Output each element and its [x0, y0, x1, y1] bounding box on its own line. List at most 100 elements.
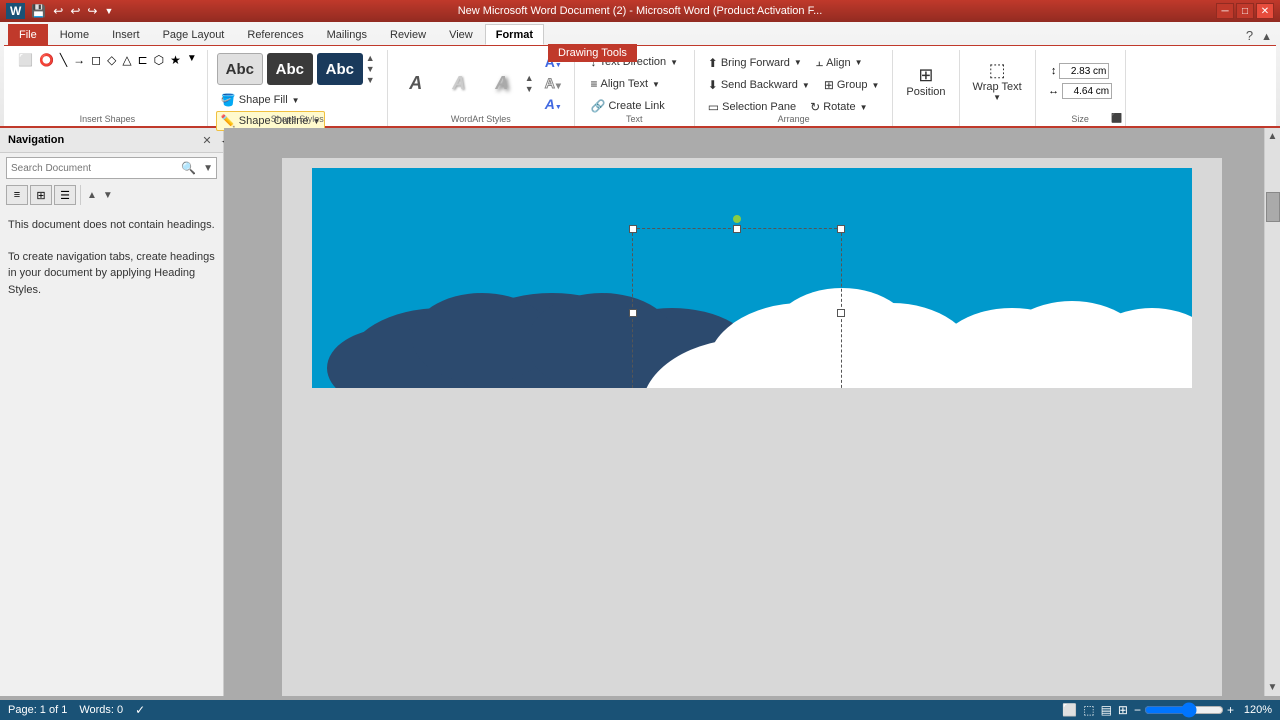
ribbon-content: ⬜ ⭕ ╲ → ◻ ◇ △ ⊏ ⬡ ★ ▼ Insert Shapes [4, 46, 1276, 126]
close-button[interactable]: ✕ [1256, 3, 1274, 19]
document-area[interactable]: ▲ ▼ [224, 128, 1280, 696]
vertical-scrollbar[interactable]: ▲ ▼ [1264, 128, 1280, 696]
width-input[interactable] [1062, 83, 1112, 99]
shape-more1-icon[interactable]: ◻ [89, 52, 103, 68]
arrange-group-label: Arrange [695, 114, 893, 124]
expand-ribbon-icon[interactable]: ▲ [1257, 29, 1276, 45]
zoom-level: 120% [1237, 704, 1272, 716]
nav-header: Navigation ✕ [0, 128, 223, 153]
shape-ellipse-icon[interactable]: ⭕ [37, 52, 56, 68]
zoom-decrease-button[interactable]: − [1134, 703, 1141, 717]
nav-content-line3: To create navigation tabs, create headin… [8, 249, 215, 299]
maximize-button[interactable]: □ [1236, 3, 1254, 19]
titlebar: W 💾 ↩ ↩ ↪ ▼ New Microsoft Word Document … [0, 0, 1280, 22]
rotate-icon: ↻ [810, 100, 820, 114]
position-group: ⊞ Position [893, 50, 959, 126]
layout-icon-3[interactable]: ▤ [1101, 703, 1112, 717]
group-button[interactable]: ⊞ Group ▼ [819, 75, 885, 95]
shape-more6-icon[interactable]: ★ [168, 52, 183, 68]
nav-separator [80, 185, 81, 205]
nav-view-pages[interactable]: ⊞ [30, 185, 52, 205]
scroll-up-button[interactable]: ▲ [1265, 128, 1280, 145]
drawing-tools-indicator: Drawing Tools [548, 44, 637, 62]
create-link-button[interactable]: 🔗 Create Link [586, 96, 670, 116]
nav-close-button[interactable]: ✕ [199, 132, 215, 148]
minimize-button[interactable]: ─ [1216, 3, 1234, 19]
wordart-btn-3[interactable]: A [482, 68, 522, 98]
tab-file[interactable]: File [8, 24, 48, 45]
shape-expand-icon[interactable]: ▼ [185, 52, 199, 68]
titlebar-controls: ─ □ ✕ [1216, 3, 1274, 19]
shape-arrow-icon[interactable]: → [71, 52, 87, 68]
size-group-label: Size [1036, 114, 1125, 124]
shape-more5-icon[interactable]: ⬡ [152, 52, 166, 68]
send-backward-button[interactable]: ⬇ Send Backward ▼ [703, 75, 815, 95]
arrange-group: ⬆ Bring Forward ▼ ⫠ Align ▼ ⬇ Send Backw… [695, 50, 894, 126]
nav-content-line1: This document does not contain headings. [8, 217, 215, 234]
tab-review[interactable]: Review [379, 24, 437, 45]
shape-more4-icon[interactable]: ⊏ [136, 52, 150, 68]
shape-styles-group: Abc Abc Abc ▲ ▼ ▼ 🪣 Shape Fill ▼ [208, 50, 388, 126]
height-row: ↕ [1051, 63, 1110, 79]
height-icon: ↕ [1051, 65, 1057, 77]
align-button[interactable]: ⫠ Align ▼ [811, 52, 868, 73]
tab-mailings[interactable]: Mailings [316, 24, 378, 45]
tab-home[interactable]: Home [49, 24, 100, 45]
layout-icon-1[interactable]: ⬜ [1062, 703, 1077, 717]
main-area: Navigation ✕ 🔍 ▼ ≡ ⊞ ☰ ▲ ▼ This document… [0, 128, 1280, 696]
shape-style-2[interactable]: Abc [267, 53, 313, 85]
nav-prev-arrow[interactable]: ▲ [85, 188, 99, 203]
ribbon-tabs: File Home Insert Page Layout References … [4, 24, 1276, 46]
zoom-slider[interactable] [1144, 702, 1224, 718]
document-page [282, 158, 1222, 696]
wrap-text-button[interactable]: ⬚ Wrap Text ▼ [968, 57, 1027, 105]
align-text-button[interactable]: ≡ Align Text ▼ [586, 74, 665, 94]
position-button[interactable]: ⊞ Position [901, 62, 950, 101]
tab-references[interactable]: References [236, 24, 314, 45]
undo2-icon[interactable]: ↩ [68, 3, 82, 19]
wordart-scroll[interactable]: ▲ ▼ [525, 73, 534, 94]
statusbar-right: ⬜ ⬚ ▤ ⊞ − + 120% [1062, 702, 1272, 718]
more-icon[interactable]: ▼ [102, 5, 115, 17]
shape-more3-icon[interactable]: △ [120, 52, 133, 68]
zoom-increase-button[interactable]: + [1227, 703, 1234, 717]
titlebar-left: W 💾 ↩ ↩ ↪ ▼ [6, 3, 115, 19]
group-icon: ⊞ [824, 78, 834, 92]
wrap-text-icon: ⬚ [989, 60, 1006, 81]
undo-icon[interactable]: ↩ [51, 3, 65, 19]
scroll-down-button[interactable]: ▼ [1265, 679, 1280, 696]
layout-icon-2[interactable]: ⬚ [1083, 703, 1094, 717]
text-effects-button[interactable]: A▼ [541, 94, 566, 114]
text-outline-button[interactable]: A▼ [541, 73, 566, 93]
nav-next-arrow[interactable]: ▼ [101, 188, 115, 203]
nav-view-results[interactable]: ☰ [54, 185, 76, 205]
shape-style-1[interactable]: Abc [217, 53, 263, 85]
search-dropdown[interactable]: ▼ [200, 163, 216, 174]
wordart-btn-1[interactable]: A [396, 68, 436, 98]
search-input[interactable] [7, 163, 177, 174]
scroll-thumb[interactable] [1266, 192, 1280, 222]
height-input[interactable] [1059, 63, 1109, 79]
create-link-icon: 🔗 [591, 99, 606, 113]
shape-line-icon[interactable]: ╲ [58, 52, 69, 68]
shape-style-3[interactable]: Abc [317, 53, 363, 85]
shape-rect-icon[interactable]: ⬜ [16, 52, 35, 68]
tab-format[interactable]: Format [485, 24, 544, 45]
redo-icon[interactable]: ↪ [85, 3, 99, 19]
save-icon[interactable]: 💾 [29, 3, 48, 19]
shape-fill-button[interactable]: 🪣 Shape Fill ▼ [216, 90, 326, 110]
spell-check-icon[interactable]: ✓ [135, 703, 145, 717]
nav-title: Navigation [8, 134, 64, 146]
shape-more2-icon[interactable]: ◇ [105, 52, 118, 68]
tab-page-layout[interactable]: Page Layout [152, 24, 236, 45]
nav-controls: ✕ [199, 132, 215, 148]
tab-view[interactable]: View [438, 24, 484, 45]
search-button[interactable]: 🔍 [177, 161, 200, 175]
nav-view-headings[interactable]: ≡ [6, 185, 28, 205]
wordart-btn-2[interactable]: A [439, 68, 479, 98]
help-icon[interactable]: ? [1242, 26, 1257, 45]
bring-forward-button[interactable]: ⬆ Bring Forward ▼ [703, 52, 807, 73]
tab-insert[interactable]: Insert [101, 24, 151, 45]
layout-icon-4[interactable]: ⊞ [1118, 703, 1128, 717]
shape-styles-scroll[interactable]: ▲ ▼ ▼ [366, 53, 375, 85]
